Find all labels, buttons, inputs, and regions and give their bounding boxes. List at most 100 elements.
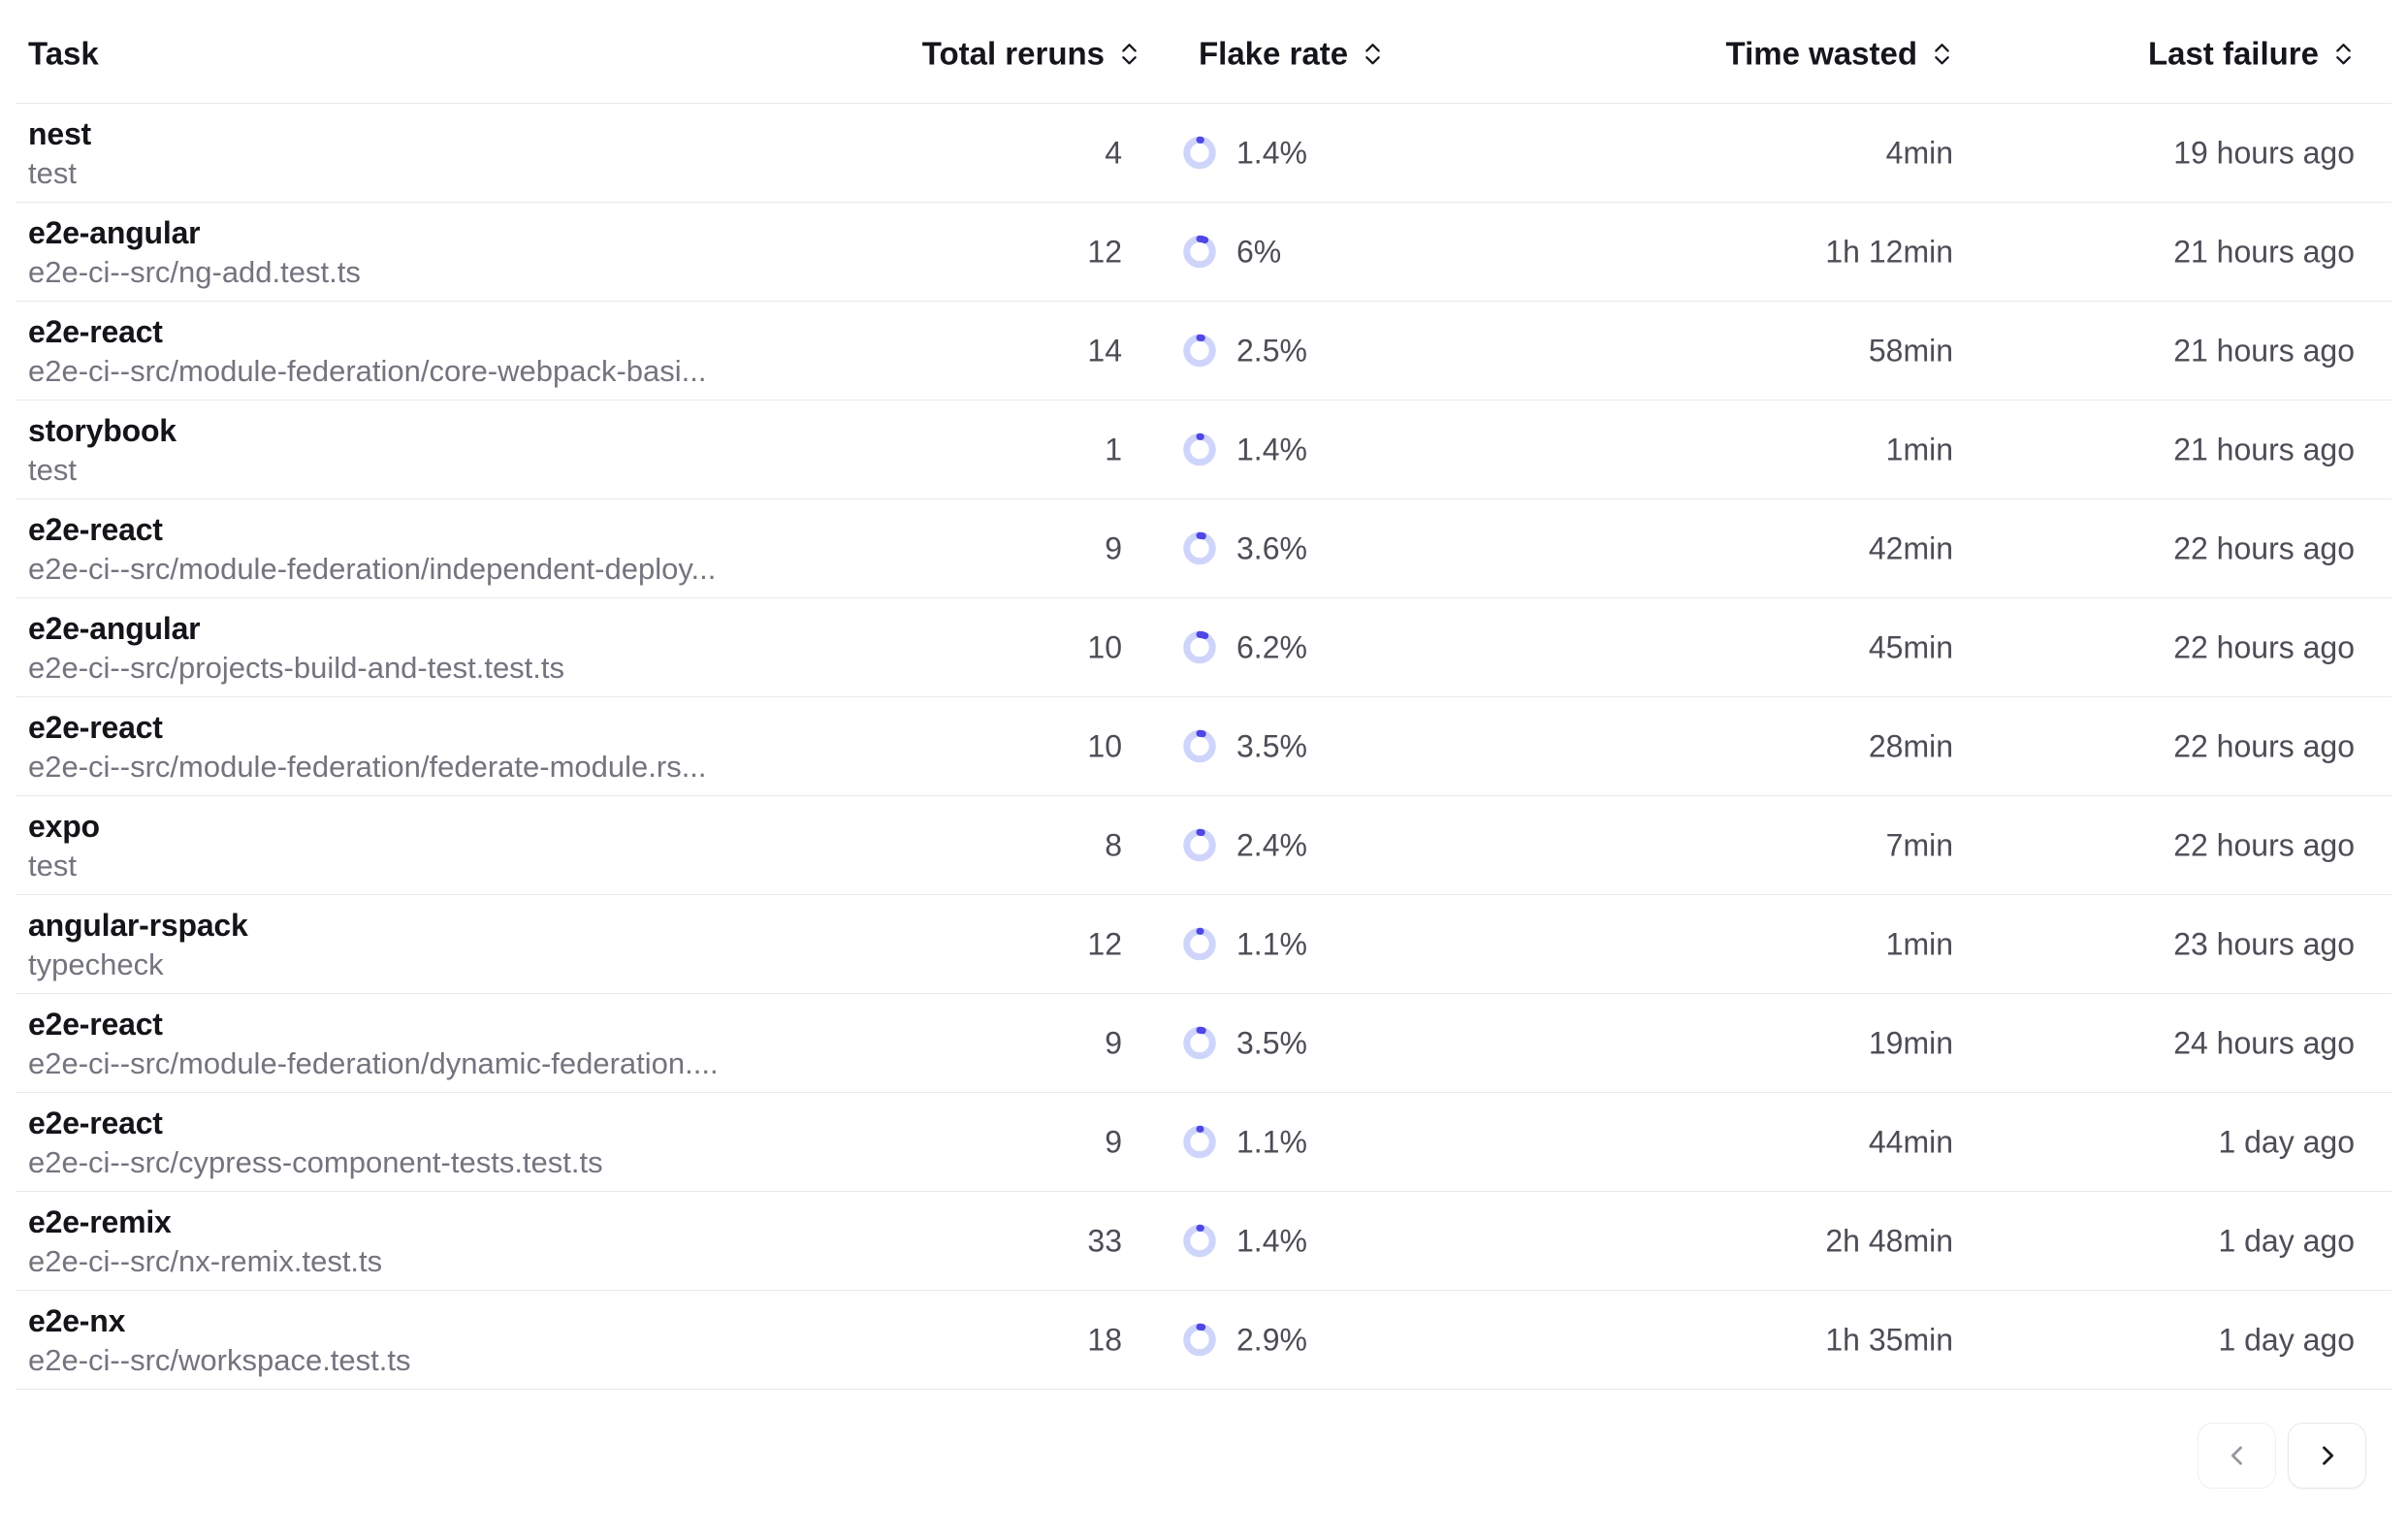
table-row[interactable]: e2e-react e2e-ci--src/module-federation/… — [16, 302, 2391, 401]
flake-rate-donut-icon — [1183, 1324, 1216, 1357]
table-row[interactable]: nest test 4 1.4% 4min 19 hours ago — [16, 104, 2391, 203]
chevron-right-icon — [2314, 1442, 2341, 1469]
total-reruns-value: 9 — [1105, 1025, 1122, 1061]
column-header-flake-rate[interactable]: Flake rate — [1199, 35, 1384, 72]
task-target: e2e-ci--src/module-federation/independen… — [28, 550, 716, 589]
last-failure-value: 1 day ago — [2218, 1124, 2355, 1160]
task-name: angular-rspack — [28, 905, 248, 946]
table-row[interactable]: storybook test 1 1.4% 1min 21 hours ago — [16, 401, 2391, 499]
flake-rate-cell: 3.6% — [1183, 530, 1307, 566]
flake-rate-value: 1.1% — [1236, 1124, 1307, 1160]
task-name: e2e-angular — [28, 608, 564, 649]
task-cell: e2e-angular e2e-ci--src/projects-build-a… — [28, 608, 564, 688]
flake-rate-donut-icon — [1183, 433, 1216, 466]
task-cell: e2e-nx e2e-ci--src/workspace.test.ts — [28, 1300, 411, 1380]
last-failure-value: 21 hours ago — [2173, 333, 2355, 369]
table-row[interactable]: e2e-angular e2e-ci--src/ng-add.test.ts 1… — [16, 203, 2391, 302]
chevron-left-icon — [2224, 1442, 2251, 1469]
column-label: Task — [28, 35, 99, 72]
sort-icon — [1118, 41, 1140, 67]
task-cell: expo test — [28, 806, 100, 885]
time-wasted-value: 1min — [1886, 432, 1953, 467]
task-cell: e2e-react e2e-ci--src/module-federation/… — [28, 1004, 719, 1083]
flake-rate-cell: 2.4% — [1183, 827, 1307, 863]
flake-rate-donut-icon — [1183, 829, 1216, 862]
last-failure-value: 23 hours ago — [2173, 926, 2355, 962]
column-label: Time wasted — [1726, 35, 1917, 72]
task-cell: e2e-react e2e-ci--src/module-federation/… — [28, 311, 707, 391]
time-wasted-value: 44min — [1869, 1124, 1953, 1160]
previous-page-button[interactable] — [2198, 1423, 2276, 1489]
flake-rate-donut-icon — [1183, 335, 1216, 368]
column-header-time-wasted[interactable]: Time wasted — [1726, 35, 1953, 72]
time-wasted-value: 2h 48min — [1825, 1223, 1953, 1259]
column-header-total-reruns[interactable]: Total reruns — [922, 35, 1140, 72]
flake-rate-cell: 2.5% — [1183, 333, 1307, 369]
flake-rate-cell: 1.1% — [1183, 926, 1307, 962]
table-body: nest test 4 1.4% 4min 19 hours ago e2e-a… — [16, 104, 2391, 1390]
time-wasted-value: 1min — [1886, 926, 1953, 962]
table-row[interactable]: e2e-react e2e-ci--src/module-federation/… — [16, 499, 2391, 598]
column-header-last-failure[interactable]: Last failure — [2148, 35, 2355, 72]
flake-rate-value: 3.5% — [1236, 728, 1307, 764]
task-cell: nest test — [28, 113, 91, 193]
task-name: e2e-remix — [28, 1202, 382, 1242]
sort-icon — [1362, 41, 1384, 67]
task-target: e2e-ci--src/projects-build-and-test.test… — [28, 649, 564, 688]
flake-rate-donut-icon — [1183, 928, 1216, 961]
total-reruns-value: 8 — [1105, 827, 1122, 863]
flake-rate-cell: 6% — [1183, 234, 1281, 270]
task-cell: e2e-react e2e-ci--src/module-federation/… — [28, 509, 716, 589]
flake-rate-value: 1.1% — [1236, 926, 1307, 962]
time-wasted-value: 28min — [1869, 728, 1953, 764]
last-failure-value: 21 hours ago — [2173, 234, 2355, 270]
total-reruns-value: 33 — [1087, 1223, 1122, 1259]
flake-rate-cell: 1.4% — [1183, 1223, 1307, 1259]
task-target: test — [28, 847, 100, 885]
next-page-button[interactable] — [2288, 1423, 2366, 1489]
flake-rate-donut-icon — [1183, 730, 1216, 763]
flake-rate-donut-icon — [1183, 631, 1216, 664]
flake-rate-value: 2.4% — [1236, 827, 1307, 863]
time-wasted-value: 1h 35min — [1825, 1322, 1953, 1358]
pagination — [2198, 1423, 2366, 1489]
flake-rate-cell: 1.4% — [1183, 432, 1307, 467]
total-reruns-value: 10 — [1087, 629, 1122, 665]
flake-rate-value: 1.4% — [1236, 1223, 1307, 1259]
table-row[interactable]: e2e-nx e2e-ci--src/workspace.test.ts 18 … — [16, 1291, 2391, 1390]
table-row[interactable]: e2e-react e2e-ci--src/module-federation/… — [16, 697, 2391, 796]
task-cell: e2e-react e2e-ci--src/cypress-component-… — [28, 1103, 603, 1182]
column-label: Last failure — [2148, 35, 2319, 72]
last-failure-value: 22 hours ago — [2173, 728, 2355, 764]
total-reruns-value: 4 — [1105, 135, 1122, 171]
task-name: e2e-react — [28, 707, 707, 748]
task-name: e2e-react — [28, 311, 707, 352]
last-failure-value: 19 hours ago — [2173, 135, 2355, 171]
task-target: e2e-ci--src/module-federation/dynamic-fe… — [28, 1044, 719, 1083]
time-wasted-value: 4min — [1886, 135, 1953, 171]
task-target: test — [28, 154, 91, 193]
task-target: typecheck — [28, 946, 248, 984]
total-reruns-value: 18 — [1087, 1322, 1122, 1358]
total-reruns-value: 9 — [1105, 1124, 1122, 1160]
table-row[interactable]: e2e-react e2e-ci--src/cypress-component-… — [16, 1093, 2391, 1192]
flake-rate-donut-icon — [1183, 1126, 1216, 1159]
table-row[interactable]: expo test 8 2.4% 7min 22 hours ago — [16, 796, 2391, 895]
flake-rate-value: 2.5% — [1236, 333, 1307, 369]
total-reruns-value: 12 — [1087, 234, 1122, 270]
flake-rate-value: 1.4% — [1236, 135, 1307, 171]
last-failure-value: 22 hours ago — [2173, 530, 2355, 566]
table-row[interactable]: e2e-remix e2e-ci--src/nx-remix.test.ts 3… — [16, 1192, 2391, 1291]
flake-rate-cell: 2.9% — [1183, 1322, 1307, 1358]
table-row[interactable]: e2e-angular e2e-ci--src/projects-build-a… — [16, 598, 2391, 697]
table-row[interactable]: e2e-react e2e-ci--src/module-federation/… — [16, 994, 2391, 1093]
time-wasted-value: 45min — [1869, 629, 1953, 665]
column-label: Flake rate — [1199, 35, 1348, 72]
flake-rate-value: 2.9% — [1236, 1322, 1307, 1358]
time-wasted-value: 42min — [1869, 530, 1953, 566]
task-name: nest — [28, 113, 91, 154]
flake-rate-cell: 1.1% — [1183, 1124, 1307, 1160]
task-target: test — [28, 451, 177, 490]
table-row[interactable]: angular-rspack typecheck 12 1.1% 1min 23… — [16, 895, 2391, 994]
task-name: e2e-react — [28, 509, 716, 550]
